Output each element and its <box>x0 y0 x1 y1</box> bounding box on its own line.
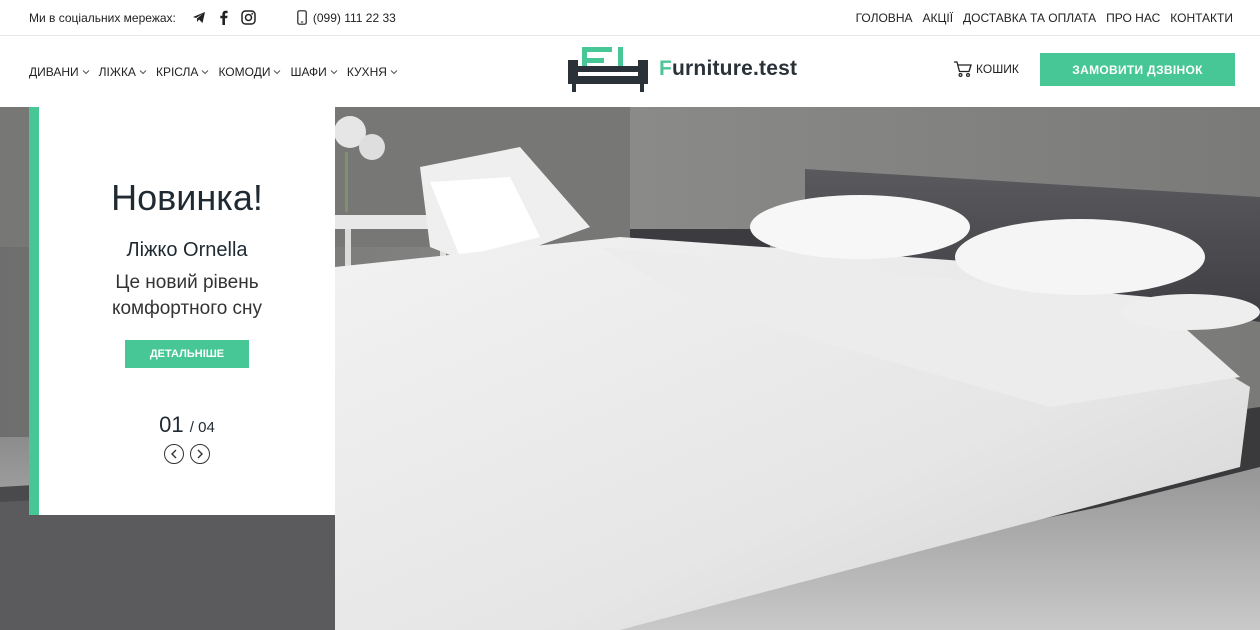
chevron-down-icon <box>82 70 90 75</box>
details-button[interactable]: ДЕТАЛЬНІШЕ <box>125 340 249 368</box>
chevron-down-icon <box>274 70 281 75</box>
top-nav-delivery[interactable]: ДОСТАВКА ТА ОПЛАТА <box>963 11 1096 25</box>
top-nav-home[interactable]: ГОЛОВНА <box>856 11 913 25</box>
order-call-button[interactable]: ЗАМОВИТИ ДЗВІНОК <box>1040 53 1235 86</box>
promo-title: Новинка! <box>111 177 263 218</box>
menu-label: ДИВАНИ <box>29 65 79 79</box>
menu-item-armchairs[interactable]: КРІСЛА <box>156 65 209 79</box>
cart-label: КОШИК <box>976 62 1019 76</box>
phone-number[interactable]: (099) 111 22 33 <box>313 11 396 25</box>
instagram-icon[interactable] <box>241 10 257 26</box>
chevron-down-icon <box>330 70 338 75</box>
top-nav-about[interactable]: ПРО НАС <box>1106 11 1160 25</box>
category-menu: ДИВАНИ ЛІЖКА КРІСЛА КОМОДИ ШАФИ КУХНЯ <box>29 65 407 79</box>
logo-rest: urniture.test <box>672 57 798 80</box>
top-nav-sales[interactable]: АКЦІЇ <box>922 11 953 25</box>
chevron-down-icon <box>139 70 147 75</box>
menu-item-kitchen[interactable]: КУХНЯ <box>347 65 398 79</box>
top-nav-contacts[interactable]: КОНТАКТИ <box>1170 11 1233 25</box>
phone-contact[interactable]: (099) 111 22 33 <box>297 10 396 25</box>
menu-label: КОМОДИ <box>218 65 271 79</box>
social-links: Ми в соціальних мережах: <box>29 10 257 26</box>
promo-description: Це новий рівень комфортного сну <box>111 272 263 319</box>
top-bar: Ми в соціальних мережах: (099) 111 22 33… <box>0 0 1260 36</box>
slide-total: / 04 <box>189 419 215 436</box>
menu-label: КРІСЛА <box>155 65 199 79</box>
menu-label: ШАФИ <box>290 65 327 79</box>
slide-counter: 01 / 04 <box>39 412 335 438</box>
menu-item-dressers[interactable]: КОМОДИ <box>218 65 281 79</box>
telegram-icon[interactable] <box>191 10 207 26</box>
facebook-icon[interactable] <box>216 10 232 26</box>
menu-item-beds[interactable]: ЛІЖКА <box>99 65 147 79</box>
promo-subtitle: Ліжко Ornella <box>126 239 248 261</box>
site-logo[interactable]: Furniture.test <box>566 44 797 94</box>
chevron-right-icon <box>197 449 203 459</box>
cart-link[interactable]: КОШИК <box>953 60 1019 78</box>
logo-first-letter: F <box>659 57 673 80</box>
menu-label: КУХНЯ <box>346 65 387 79</box>
chevron-down-icon <box>202 70 209 75</box>
menu-item-wardrobes[interactable]: ШАФИ <box>290 65 338 79</box>
logo-text: Furniture.test <box>659 57 797 81</box>
social-label: Ми в соціальних мережах: <box>29 10 176 25</box>
slider-arrows <box>39 444 335 464</box>
next-slide-button[interactable] <box>190 444 210 464</box>
top-nav: ГОЛОВНА АКЦІЇ ДОСТАВКА ТА ОПЛАТА ПРО НАС… <box>846 11 1233 25</box>
chevron-left-icon <box>171 449 177 459</box>
cart-icon <box>954 61 972 78</box>
slide-current: 01 <box>159 412 184 437</box>
promo-card: Новинка! Ліжко Ornella Це новий рівень к… <box>29 107 335 515</box>
chevron-down-icon <box>390 70 398 75</box>
sofa-logo-icon <box>568 47 648 92</box>
menu-item-sofas[interactable]: ДИВАНИ <box>29 65 90 79</box>
phone-icon <box>297 10 307 25</box>
main-header: ДИВАНИ ЛІЖКА КРІСЛА КОМОДИ ШАФИ КУХНЯ Fu… <box>0 37 1260 107</box>
menu-label: ЛІЖКА <box>98 65 136 79</box>
prev-slide-button[interactable] <box>164 444 184 464</box>
